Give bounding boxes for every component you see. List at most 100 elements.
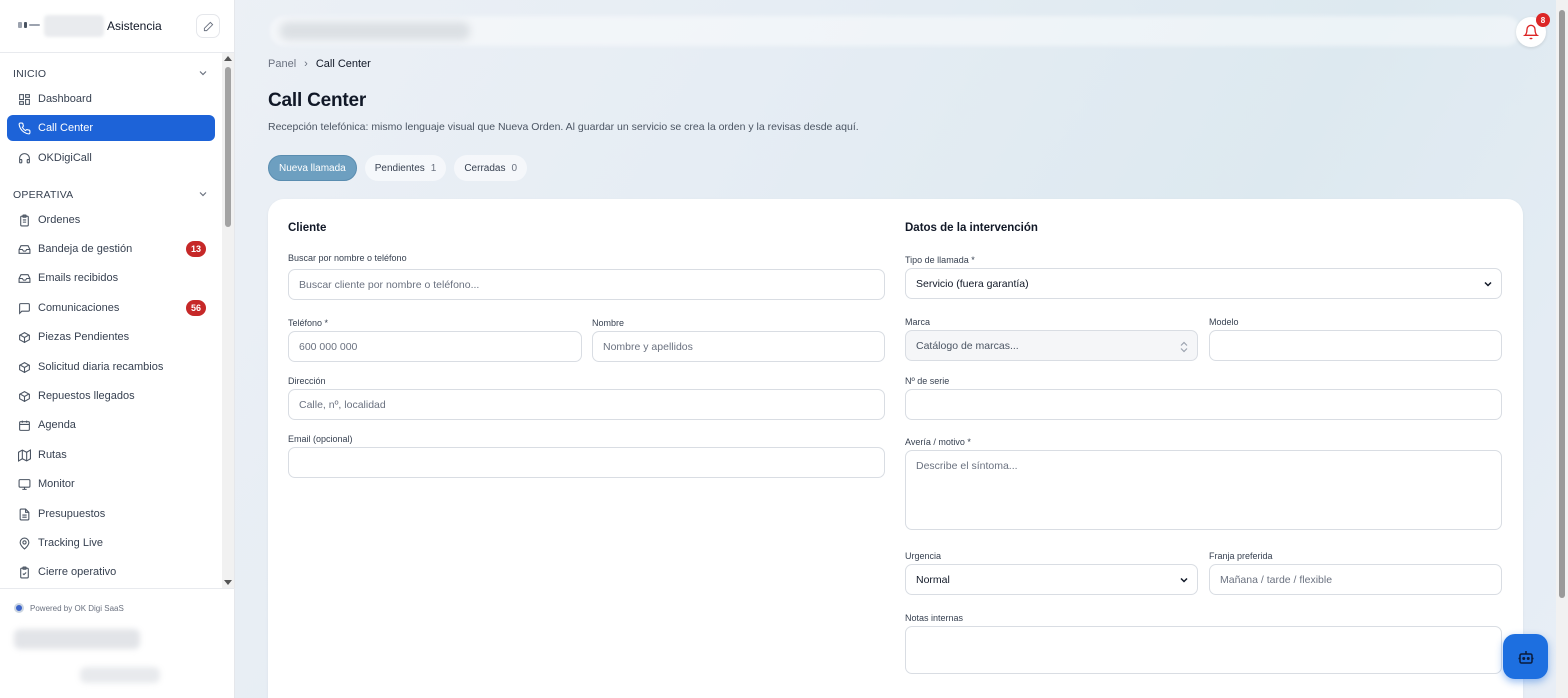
marca-label: Marca — [905, 317, 931, 327]
sidebar-nav: INICIO Dashboard Call Center OKDigiCall … — [0, 53, 221, 588]
sidebar-item-piezas-pendientes[interactable]: Piezas Pendientes — [7, 324, 215, 350]
sidebar-item-label: Agenda — [38, 419, 76, 431]
sidebar-item-label: Piezas Pendientes — [38, 331, 130, 343]
averia-textarea[interactable]: Describe el síntoma... — [905, 450, 1502, 530]
direccion-placeholder: Calle, nº, localidad — [299, 398, 386, 411]
brand-name: Asistencia — [107, 19, 162, 33]
brand-blurred-name — [44, 15, 104, 37]
topbar-blurred-text — [280, 22, 470, 40]
sidebar-item-label: Dashboard — [38, 93, 92, 105]
headset-icon — [17, 151, 31, 165]
nombre-input[interactable]: Nombre y apellidos — [592, 331, 885, 362]
sidebar-item-rutas[interactable]: Rutas — [7, 442, 215, 468]
sidebar-item-repuestos-llegados[interactable]: Repuestos llegados — [7, 383, 215, 409]
franja-label: Franja preferida — [1209, 551, 1273, 561]
sidebar-item-ordenes[interactable]: Ordenes — [7, 207, 215, 233]
email-input[interactable] — [288, 447, 885, 478]
scroll-thumb[interactable] — [225, 67, 231, 227]
document-icon — [17, 507, 31, 521]
page-title: Call Center — [268, 90, 367, 111]
clipboard-icon — [17, 213, 31, 227]
sidebar-item-label: OKDigiCall — [38, 152, 92, 164]
direccion-input[interactable]: Calle, nº, localidad — [288, 389, 885, 420]
sidebar-item-presupuestos[interactable]: Presupuestos — [7, 501, 215, 527]
sidebar-item-monitor[interactable]: Monitor — [7, 471, 215, 497]
count-badge: 13 — [186, 241, 206, 257]
telefono-label: Teléfono * — [288, 318, 329, 328]
breadcrumb-separator: › — [304, 58, 308, 70]
chevron-down-icon[interactable] — [198, 68, 208, 78]
sidebar-scrollbar[interactable] — [222, 53, 234, 588]
chevron-down-icon[interactable] — [198, 189, 208, 199]
sidebar-item-tracking-live[interactable]: Tracking Live — [7, 530, 215, 556]
averia-label: Avería / motivo * — [905, 437, 971, 447]
scroll-up-arrow[interactable] — [224, 56, 232, 61]
sidebar-header: Asistencia — [0, 0, 234, 53]
main-scrollbar[interactable] — [1556, 0, 1568, 698]
sidebar-item-okdigicall[interactable]: OKDigiCall — [7, 145, 215, 171]
franja-input[interactable]: Mañana / tarde / flexible — [1209, 564, 1502, 595]
telefono-input[interactable]: 600 000 000 — [288, 331, 582, 362]
user-blurred-secondary — [80, 667, 160, 683]
robot-icon — [1518, 650, 1533, 664]
chevron-down-icon — [1484, 281, 1492, 287]
sidebar-item-call-center[interactable]: Call Center — [7, 115, 215, 141]
tab-cerradas[interactable]: Cerradas 0 — [454, 155, 528, 181]
tipo-llamada-value: Servicio (fuera garantía) — [916, 277, 1029, 290]
inbox-icon — [17, 242, 31, 256]
sidebar-item-label: Cierre operativo — [38, 566, 117, 578]
powered-by-text: Powered by OK Digi SaaS — [30, 603, 124, 613]
sidebar-item-agenda[interactable]: Agenda — [7, 412, 215, 438]
tab-nueva-llamada[interactable]: Nueva llamada — [268, 155, 357, 181]
sidebar-item-label: Call Center — [38, 122, 94, 134]
tab-pendientes[interactable]: Pendientes 1 — [364, 155, 447, 181]
serie-input[interactable] — [905, 389, 1502, 420]
tipo-llamada-select[interactable]: Servicio (fuera garantía) — [905, 268, 1502, 299]
client-search-input[interactable]: Buscar cliente por nombre o teléfono... — [288, 269, 885, 300]
sidebar-item-label: Repuestos llegados — [38, 390, 135, 402]
marca-select[interactable]: Catálogo de marcas... — [905, 330, 1198, 361]
dashboard-icon — [17, 92, 31, 106]
sidebar-item-solicitud-recambios[interactable]: Solicitud diaria recambios — [7, 354, 215, 380]
sidebar-item-bandeja[interactable]: Bandeja de gestión 13 — [7, 236, 215, 262]
sidebar-item-cierre-operativo[interactable]: Cierre operativo — [7, 559, 215, 585]
assistant-bot-button[interactable] — [1503, 634, 1548, 679]
tab-count: 0 — [511, 162, 518, 174]
sidebar-item-comunicaciones[interactable]: Comunicaciones 56 — [7, 295, 215, 321]
notifications-button[interactable]: 8 — [1516, 13, 1550, 47]
main-scroll-thumb[interactable] — [1559, 10, 1565, 598]
tipo-label: Tipo de llamada * — [905, 255, 975, 265]
breadcrumb-panel-link[interactable]: Panel — [268, 58, 296, 70]
email-label: Email (opcional) — [288, 434, 353, 444]
chevron-updown-icon — [1180, 341, 1188, 353]
sidebar: Asistencia INICIO Dashboard Call Center … — [0, 0, 235, 698]
client-search-placeholder: Buscar cliente por nombre o teléfono... — [299, 278, 480, 291]
serie-label: Nº de serie — [905, 376, 950, 386]
user-blurred — [14, 629, 140, 649]
message-icon — [17, 301, 31, 315]
search-label: Buscar por nombre o teléfono — [288, 253, 407, 263]
page-subtitle: Recepción telefónica: mismo lenguaje vis… — [268, 121, 859, 133]
brand-logo — [18, 22, 40, 28]
brand-dot-icon — [14, 603, 24, 613]
package-icon — [17, 330, 31, 344]
sidebar-item-label: Rutas — [38, 449, 67, 461]
sidebar-item-label: Emails recibidos — [38, 272, 119, 284]
calendar-icon — [17, 418, 31, 432]
bell-icon — [1523, 24, 1539, 40]
franja-placeholder: Mañana / tarde / flexible — [1220, 573, 1333, 586]
phone-icon — [17, 121, 31, 135]
tab-label: Cerradas — [464, 162, 506, 174]
tab-count: 1 — [430, 162, 437, 174]
notas-textarea[interactable] — [905, 626, 1502, 674]
modelo-input[interactable] — [1209, 330, 1502, 361]
map-pin-icon — [17, 536, 31, 550]
section-inicio: INICIO — [13, 68, 47, 80]
sidebar-item-emails[interactable]: Emails recibidos — [7, 265, 215, 291]
powered-by: Powered by OK Digi SaaS — [14, 603, 124, 613]
edit-button[interactable] — [196, 14, 220, 38]
sidebar-item-dashboard[interactable]: Dashboard — [7, 86, 215, 112]
mail-inbox-icon — [17, 271, 31, 285]
urgencia-select[interactable]: Normal — [905, 564, 1198, 595]
scroll-down-arrow[interactable] — [224, 580, 232, 585]
